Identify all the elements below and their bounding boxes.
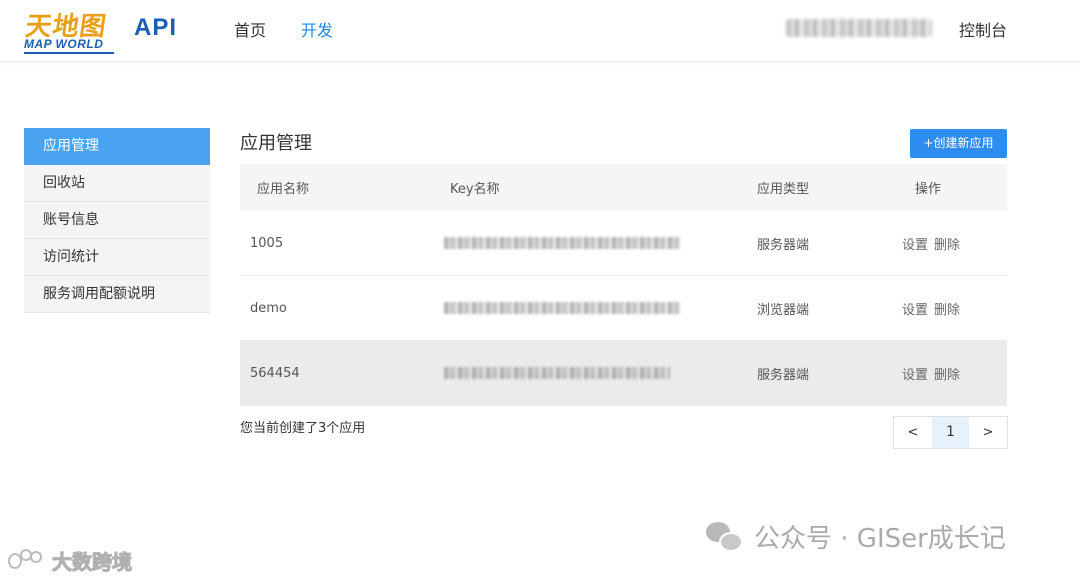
actions-cell: 设置 删除 [885,234,1007,253]
app-type-cell: 服务器端 [757,367,810,383]
table-row: 564454 服务器端 设置 删除 [240,341,1007,406]
sidebar-item-access-stats[interactable]: 访问统计 [24,239,210,276]
table-row: 1005 服务器端 设置 删除 [240,211,1007,276]
app-name-cell: 564454 [250,365,300,381]
delete-link[interactable]: 删除 [934,238,960,253]
delete-link[interactable]: 删除 [934,303,960,318]
table-row: demo 浏览器端 设置 删除 [240,276,1007,341]
sidebar-item-recycle-bin[interactable]: 回收站 [24,165,210,202]
actions-cell: 设置 删除 [885,364,1007,383]
delete-link[interactable]: 删除 [934,368,960,383]
console-link[interactable]: 控制台 [959,17,1007,41]
sidebar-item-account-info[interactable]: 账号信息 [24,202,210,239]
nav-home[interactable]: 首页 [234,17,266,41]
app-count-text: 您当前创建了3个应用 [240,421,366,436]
sidebar-item-app-management[interactable]: 应用管理 [24,128,210,165]
key-cell [440,302,740,314]
corner-watermark: 大数跨境 [6,546,133,575]
sidebar-item-quota-info[interactable]: 服务调用配额说明 [24,276,210,313]
settings-link[interactable]: 设置 [902,368,928,383]
pagination: < 1 > [893,416,1008,449]
sidebar: 应用管理 回收站 账号信息 访问统计 服务调用配额说明 [24,128,210,313]
prev-page-button[interactable]: < [894,417,932,448]
logo-english-text: MAP WORLD [24,37,104,51]
key-value-blurred [444,237,680,249]
wechat-icon [704,520,746,554]
current-page-button[interactable]: 1 [932,417,969,448]
settings-link[interactable]: 设置 [902,238,928,253]
settings-link[interactable]: 设置 [902,303,928,318]
tianditu-logo[interactable]: 天地图 MAP WORLD [24,6,116,54]
top-header: 天地图 MAP WORLD API 首页 开发 控制台 [0,0,1080,62]
watermark-logo-icon [6,548,46,573]
app-type-cell: 服务器端 [757,237,810,253]
wechat-watermark: 公众号 · GISer成长记 [704,518,1006,555]
key-value-blurred [444,302,680,314]
app-type-cell: 浏览器端 [757,302,810,318]
key-cell [440,237,740,249]
header-app-name: 应用名称 [257,182,310,197]
key-cell [440,367,740,379]
header-app-type: 应用类型 [757,182,810,197]
header-actions: 操作 [915,182,942,197]
header-key-name: Key名称 [450,182,500,197]
create-app-button[interactable]: +创建新应用 [910,129,1007,158]
table-header: 应用名称 Key名称 应用类型 操作 [240,164,1007,211]
logo-underline [24,52,114,54]
nav-develop[interactable]: 开发 [301,17,333,41]
app-name-cell: demo [250,300,287,316]
user-account-blurred[interactable] [786,19,932,37]
watermark-text: 公众号 · GISer成长记 [754,524,1006,554]
app-name-cell: 1005 [250,235,284,251]
api-title: API [134,14,178,41]
page-title: 应用管理 [240,133,312,154]
next-page-button[interactable]: > [969,417,1007,448]
apps-table: 应用名称 Key名称 应用类型 操作 1005 服务器端 设置 删除 demo 浏… [240,164,1007,406]
actions-cell: 设置 删除 [885,299,1007,318]
watermark-left-text: 大数跨境 [52,550,133,575]
key-value-blurred [444,367,670,379]
